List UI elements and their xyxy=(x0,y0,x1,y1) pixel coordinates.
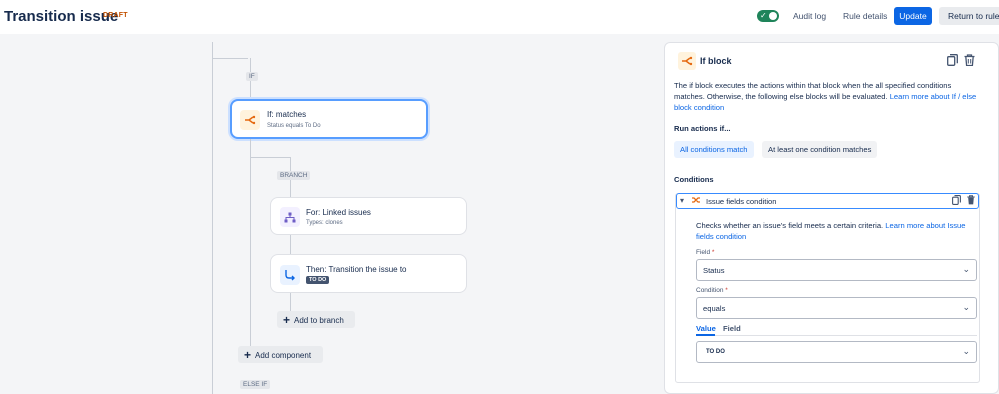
run-actions-heading: Run actions if... xyxy=(674,124,731,133)
if-branch-icon xyxy=(240,110,260,130)
condition-description-text: Checks whether an issue's field meets a … xyxy=(696,221,884,230)
add-component-button[interactable]: + Add component xyxy=(238,346,323,363)
branch-tag: BRANCH xyxy=(277,171,311,180)
connector xyxy=(290,293,291,311)
shuffle-icon xyxy=(691,195,701,207)
required-mark: * xyxy=(711,249,715,256)
connector xyxy=(290,235,291,254)
required-mark: * xyxy=(725,287,728,294)
for-card-subtitle: Types: clones xyxy=(306,220,343,226)
if-matches-card[interactable]: If: matches Status equals To Do xyxy=(230,99,428,139)
all-conditions-match-button[interactable]: All conditions match xyxy=(674,141,754,158)
if-tag: IF xyxy=(246,72,258,81)
header-bar: Transition issue DRAFT ✓ Audit log Rule … xyxy=(0,0,999,34)
transition-icon xyxy=(280,265,300,285)
value-select-value: TO DO xyxy=(706,349,725,355)
if-card-subtitle: Status equals To Do xyxy=(267,123,321,129)
hierarchy-icon xyxy=(280,207,300,227)
condition-header[interactable]: ▾ Issue fields condition xyxy=(676,193,979,209)
field-select[interactable]: Status ⌄ xyxy=(696,259,977,281)
if-branch-icon xyxy=(678,52,696,70)
panel-description: The if block executes the actions within… xyxy=(674,80,978,113)
then-transition-card[interactable]: Then: Transition the issue to TO DO xyxy=(270,254,467,293)
condition-label-text: Condition xyxy=(696,287,724,294)
draft-badge: DRAFT xyxy=(103,12,128,19)
condition-description: Checks whether an issue's field meets a … xyxy=(696,220,974,242)
return-to-rules-button[interactable]: Return to rules xyxy=(939,7,999,25)
panel-title: If block xyxy=(700,56,732,66)
plus-icon: + xyxy=(283,313,291,327)
add-to-branch-button[interactable]: + Add to branch xyxy=(277,311,355,328)
add-to-branch-label: Add to branch xyxy=(294,316,344,325)
update-button[interactable]: Update xyxy=(894,7,932,25)
chevron-down-icon: ⌄ xyxy=(962,264,970,274)
status-lozenge: TO DO xyxy=(306,276,330,284)
tab-divider xyxy=(715,335,977,336)
else-if-tag: ELSE IF xyxy=(240,380,271,389)
for-card-title: For: Linked issues xyxy=(306,208,371,217)
plus-icon: + xyxy=(244,348,252,362)
duplicate-icon[interactable] xyxy=(947,54,958,68)
chevron-down-icon: ⌄ xyxy=(962,302,970,312)
if-card-title: If: matches xyxy=(267,110,307,119)
page-title: Transition issue xyxy=(4,8,119,25)
condition-select[interactable]: equals ⌄ xyxy=(696,297,977,319)
delete-icon[interactable] xyxy=(967,195,975,207)
connector xyxy=(250,157,290,158)
active-tab-indicator xyxy=(696,334,715,336)
for-linked-issues-card[interactable]: For: Linked issues Types: clones xyxy=(270,197,467,235)
audit-log-link[interactable]: Audit log xyxy=(793,11,826,21)
then-card-title: Then: Transition the issue to xyxy=(306,265,407,274)
condition-title: Issue fields condition xyxy=(706,197,777,206)
rule-details-link[interactable]: Rule details xyxy=(843,11,887,21)
canvas-rail xyxy=(212,42,213,394)
condition-select-value: equals xyxy=(703,304,726,313)
check-icon: ✓ xyxy=(760,11,767,20)
trash-icon[interactable] xyxy=(964,54,975,68)
at-least-one-condition-button[interactable]: At least one condition matches xyxy=(762,141,878,158)
tab-field[interactable]: Field xyxy=(723,324,741,333)
field-select-value: Status xyxy=(703,266,725,275)
conditions-heading: Conditions xyxy=(674,175,714,184)
add-component-label: Add component xyxy=(255,351,312,360)
chevron-down-icon: ⌄ xyxy=(962,346,970,356)
field-label-text: Field xyxy=(696,249,711,256)
value-select[interactable]: TO DO ⌄ xyxy=(696,341,977,363)
field-label: Field * xyxy=(696,249,714,256)
connector xyxy=(250,139,251,349)
tab-value[interactable]: Value xyxy=(696,324,716,333)
rule-enabled-toggle[interactable]: ✓ xyxy=(757,10,779,22)
copy-icon[interactable] xyxy=(952,195,961,207)
condition-label: Condition * xyxy=(696,287,728,294)
connector xyxy=(212,58,248,59)
toggle-knob xyxy=(769,12,777,20)
chevron-down-icon[interactable]: ▾ xyxy=(680,196,684,205)
